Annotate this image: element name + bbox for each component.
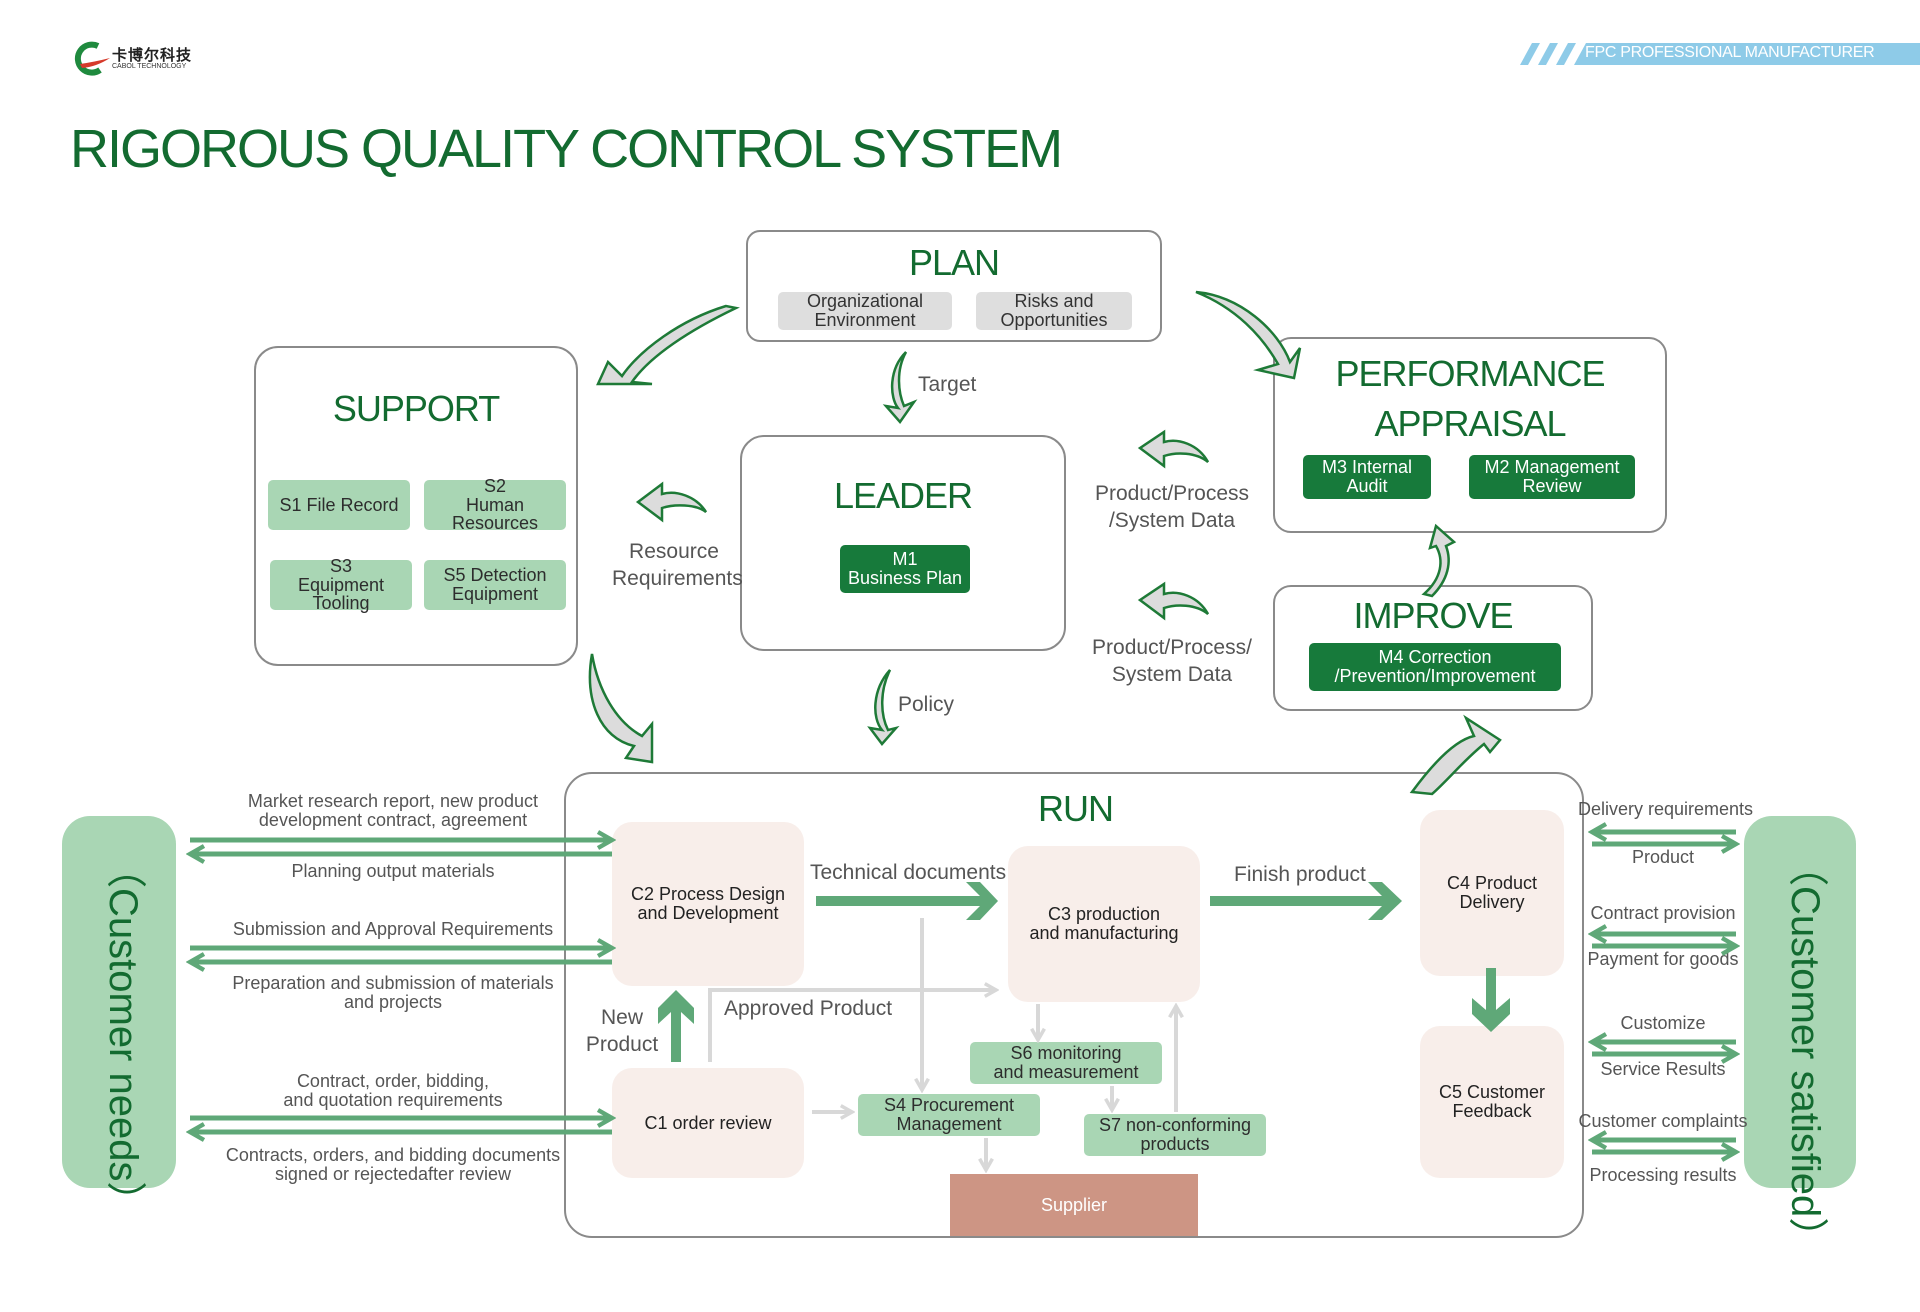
support-title: SUPPORT: [332, 388, 500, 429]
page-title: RIGOROUS QUALITY CONTROL SYSTEM: [70, 119, 1063, 179]
support-s4-procurement: S4 Procurement Management: [858, 1094, 1040, 1136]
customer-satisfied-flow-3-bottom: Service Results: [1600, 1059, 1726, 1079]
support-item-s1-file-record: S1 File Record: [268, 480, 410, 530]
customer-needs-flow-2-out: Preparation and submission of materials …: [232, 973, 554, 1012]
customer-needs-flow-3-out: Contracts, orders, and bidding documents…: [225, 1145, 561, 1184]
technical-documents-label: Technical documents: [810, 861, 1007, 884]
finish-product-label: Finish product: [1234, 863, 1366, 886]
support-item-s5-detection-equipment: S5 Detection Equipment: [424, 560, 566, 610]
process-c5-customer-feedback: C5 Customer Feedback: [1420, 1026, 1564, 1178]
banner-text: FPC PROFESSIONAL MANUFACTURER: [1585, 44, 1875, 61]
process-c1-order-review: C1 order review: [612, 1068, 804, 1178]
plan-box: PLAN Organizational Environment Risks an…: [746, 230, 1162, 342]
performance-title-line1: PERFORMANCE: [1335, 353, 1605, 394]
customer-needs-flow-1-in: Market research report, new product deve…: [247, 791, 539, 830]
plan-item-risks-opportunities: Risks and Opportunities: [976, 292, 1132, 330]
customer-needs-flow-2-in: Submission and Approval Requirements: [232, 919, 554, 939]
improve-box: IMPROVE M4 Correction /Prevention/Improv…: [1273, 585, 1593, 711]
improve-item-m4-correction: M4 Correction /Prevention/Improvement: [1309, 643, 1561, 691]
leader-box: LEADER M1 Business Plan: [740, 435, 1066, 651]
logo-chinese-name: 卡博尔科技: [112, 47, 193, 64]
supplier-box: Supplier: [950, 1174, 1198, 1236]
support-s6-monitoring: S6 monitoring and measurement: [970, 1042, 1162, 1084]
improve-title: IMPROVE: [1353, 595, 1513, 636]
policy-label: Policy: [898, 693, 955, 716]
approved-product-label: Approved Product: [724, 997, 893, 1020]
arrow-leader-to-support: [635, 481, 708, 523]
resource-requirements-label: Resource Requirements: [612, 540, 743, 591]
logo-english-name: CABOL TECHNOLOGY: [112, 63, 187, 70]
customer-satisfied-flow-2-top: Contract provision: [1590, 903, 1736, 923]
process-c3-production: C3 production and manufacturing: [1008, 846, 1200, 1002]
logo-mark-icon: [74, 41, 110, 76]
process-c4-product-delivery: C4 Product Delivery: [1420, 810, 1564, 976]
arrow-performance-data: [1137, 429, 1210, 469]
performance-item-m2-management-review: M2 Management Review: [1469, 455, 1635, 499]
support-item-s3-equipment-tooling: S3 Equipment Tooling: [270, 556, 412, 613]
process-c2-design-development: C2 Process Design and Development: [612, 822, 804, 986]
performance-title-line2: APPRAISAL: [1374, 403, 1566, 444]
customer-needs-flow-1-out: Planning output materials: [291, 861, 495, 881]
leader-item-m1-business-plan: M1 Business Plan: [840, 545, 970, 593]
company-logo: 卡博尔科技 CABOL TECHNOLOGY: [70, 40, 200, 76]
customer-needs-flow-3-in: Contract, order, bidding, and quotation …: [283, 1071, 503, 1110]
support-item-s2-human-resources: S2 Human Resources: [424, 476, 566, 533]
plan-item-organizational-environment: Organizational Environment: [778, 292, 952, 330]
customer-needs-label: （Customer needs）: [101, 848, 145, 1222]
customer-satisfied-flow-4-bottom: Processing results: [1589, 1165, 1737, 1185]
arrow-improve-data: [1137, 581, 1210, 621]
performance-appraisal-box: PERFORMANCE APPRAISAL M3 Internal Audit …: [1273, 337, 1667, 533]
arrow-leader-to-run-policy: [867, 669, 900, 746]
customer-satisfied-flow-2-bottom: Payment for goods: [1587, 949, 1739, 969]
customer-satisfied-flow-4-top: Customer complaints: [1578, 1111, 1748, 1131]
new-product-label: New Product: [585, 1006, 659, 1057]
support-box: SUPPORT S1 File Record S2 Human Resource…: [254, 346, 578, 666]
cycle-arrow-support-to-run: [588, 653, 654, 764]
performance-item-m3-internal-audit: M3 Internal Audit: [1303, 455, 1431, 499]
customer-satisfied-flow-1-top: Delivery requirements: [1578, 799, 1754, 819]
plan-title: PLAN: [908, 242, 1000, 283]
arrow-plan-to-leader-target: [882, 351, 918, 425]
system-data-lower-label: Product/Process/ System Data: [1092, 636, 1252, 687]
run-title: RUN: [1038, 788, 1114, 829]
target-label: Target: [918, 373, 977, 396]
cycle-arrow-plan-to-support: [596, 304, 740, 386]
leader-title: LEADER: [833, 475, 973, 516]
customer-satisfied-flow-1-bottom: Product: [1631, 847, 1695, 867]
support-s7-nonconforming: S7 non-conforming products: [1084, 1114, 1266, 1156]
system-data-upper-label: Product/Process /System Data: [1094, 482, 1250, 533]
customer-satisfied-flow-3-top: Customize: [1620, 1013, 1706, 1033]
customer-satisfied-label: （Customer satisfied）: [1783, 846, 1827, 1258]
